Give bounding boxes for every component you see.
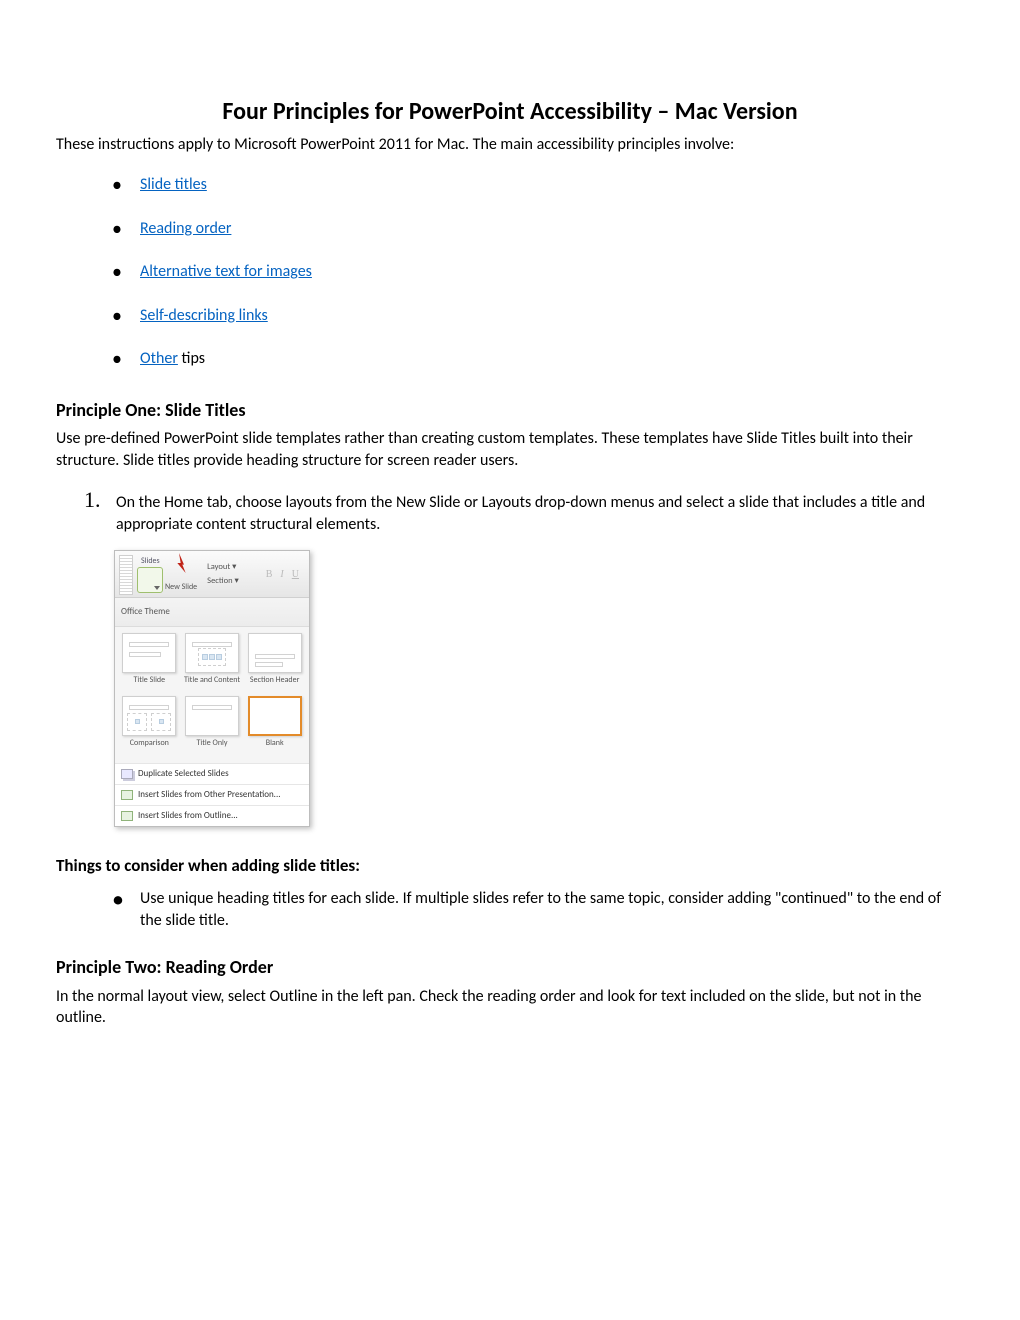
consider-item: Use unique heading titles for each slide…: [112, 888, 964, 931]
layout-menu-footer: Duplicate Selected Slides Insert Slides …: [115, 763, 309, 826]
consider-list: Use unique heading titles for each slide…: [112, 888, 964, 931]
layout-thumb-title-only: [185, 696, 239, 736]
layout-thumbnails-grid: Title Slide Title and Content Section He…: [115, 627, 309, 763]
step-text: On the Home tab, choose layouts from the…: [116, 492, 964, 535]
layout-option: Comparison: [121, 696, 178, 755]
section-heading-principle-one: Principle One: Slide Titles: [56, 398, 964, 422]
layout-option: Section Header: [246, 633, 303, 692]
duplicate-slides-icon: [121, 769, 133, 779]
document-title: Four Principles for PowerPoint Accessibi…: [56, 96, 964, 128]
menu-item-insert-outline: Insert Slides from Outline...: [115, 805, 309, 826]
layout-thumb-section-header: [248, 633, 302, 673]
layout-caption: Section Header: [250, 676, 300, 692]
layout-caption: Comparison: [130, 739, 169, 755]
font-biu-group: BIU: [266, 568, 299, 582]
new-slide-button: [137, 567, 163, 593]
ribbon-aux-buttons: Layout ▾ Section ▾: [207, 562, 239, 588]
menu-item-duplicate: Duplicate Selected Slides: [115, 763, 309, 784]
step-item: 1. On the Home tab, choose layouts from …: [84, 485, 964, 535]
toc-item: Alternative text for images: [112, 261, 964, 283]
layout-option: Blank: [246, 696, 303, 755]
principle-one-body: Use pre-defined PowerPoint slide templat…: [56, 428, 964, 471]
toc-suffix: tips: [178, 349, 205, 368]
toc-item: Reading order: [112, 218, 964, 240]
layout-thumb-title-slide: [122, 633, 176, 673]
new-slide-label: New Slide: [165, 582, 197, 593]
toc-item: Self-describing links: [112, 305, 964, 327]
layout-caption: Title Only: [196, 739, 227, 755]
insert-from-presentation-icon: [121, 790, 133, 800]
ruler-icon: [119, 555, 133, 595]
slides-group-label: Slides: [141, 556, 160, 567]
layout-thumb-comparison: [122, 696, 176, 736]
section-heading-principle-two: Principle Two: Reading Order: [56, 955, 964, 979]
toc-item: Slide titles: [112, 174, 964, 196]
toc-link-slide-titles[interactable]: Slide titles: [140, 175, 207, 194]
toc-link-alt-text[interactable]: Alternative text for images: [140, 262, 312, 281]
insert-from-outline-icon: [121, 811, 133, 821]
step-number: 1.: [84, 485, 106, 515]
layout-thumb-title-content: [185, 633, 239, 673]
toc-link-reading-order[interactable]: Reading order: [140, 219, 231, 238]
toc-link-other[interactable]: Other: [140, 349, 178, 368]
consider-heading: Things to consider when adding slide tit…: [56, 855, 964, 878]
screenshot-figure: Slides New Slide Layout ▾ Section ▾ BIU …: [114, 550, 964, 828]
layout-thumb-blank-selected: [248, 696, 302, 736]
layout-caption: Title and Content: [184, 676, 240, 692]
section-dropdown-label: Section ▾: [207, 576, 239, 587]
layout-caption: Blank: [266, 739, 284, 755]
theme-header: Office Theme: [115, 598, 309, 627]
menu-item-insert-presentation: Insert Slides from Other Presentation...: [115, 784, 309, 805]
layout-option: Title and Content: [184, 633, 241, 692]
layout-option: Title Slide: [121, 633, 178, 692]
red-arrow-annotation-icon: [175, 553, 193, 573]
layout-caption: Title Slide: [134, 676, 166, 692]
layout-option: Title Only: [184, 696, 241, 755]
intro-paragraph: These instructions apply to Microsoft Po…: [56, 134, 964, 156]
powerpoint-layout-dropdown-screenshot: Slides New Slide Layout ▾ Section ▾ BIU …: [114, 550, 310, 828]
layout-dropdown-label: Layout ▾: [207, 562, 239, 573]
toc-link-self-describing[interactable]: Self-describing links: [140, 306, 268, 325]
toc-list: Slide titles Reading order Alternative t…: [112, 174, 964, 370]
toc-item: Other tips: [112, 348, 964, 370]
ribbon-slides-group: Slides New Slide Layout ▾ Section ▾ BIU: [115, 551, 309, 598]
principle-two-body: In the normal layout view, select Outlin…: [56, 986, 964, 1029]
step-list: 1. On the Home tab, choose layouts from …: [84, 485, 964, 535]
